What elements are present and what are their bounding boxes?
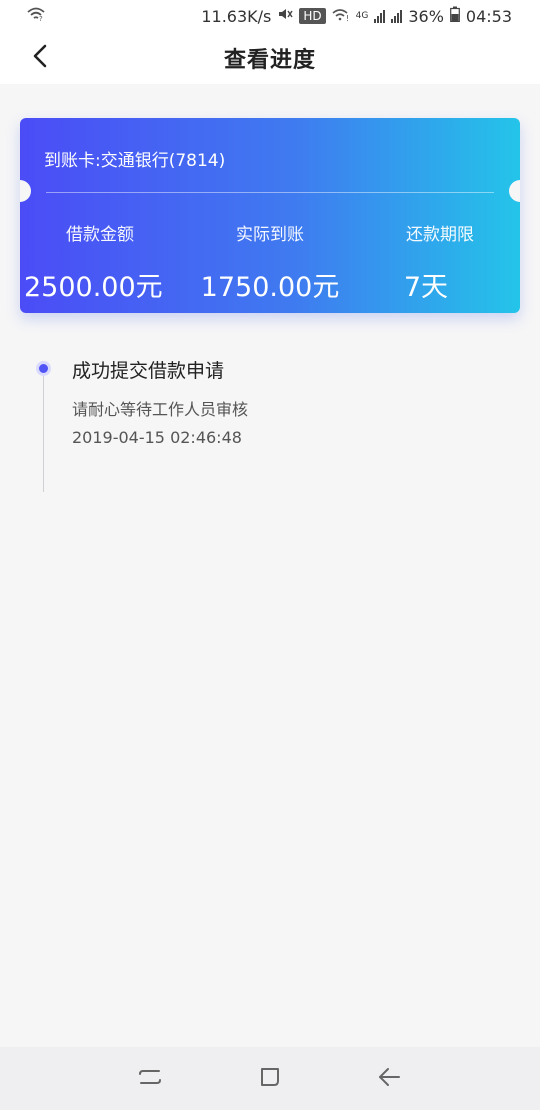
card-columns: 借款金额 2500.00元 实际到账 1750.00元 还款期限 7天 bbox=[20, 220, 520, 304]
wifi-calling-icon: ! bbox=[332, 7, 350, 26]
back-button[interactable] bbox=[26, 44, 54, 72]
timeline-line bbox=[43, 374, 44, 492]
timeline-item-subtitle: 请耐心等待工作人员审核 bbox=[72, 400, 249, 419]
svg-text:!: ! bbox=[346, 14, 349, 22]
recent-apps-icon bbox=[137, 1066, 163, 1092]
card-notch-left bbox=[20, 180, 31, 202]
hd-badge: HD bbox=[299, 8, 326, 24]
clock: 04:53 bbox=[465, 6, 512, 26]
page-title: 查看进度 bbox=[223, 48, 316, 73]
repayment-term: 还款期限 7天 bbox=[339, 220, 520, 304]
home-icon bbox=[258, 1065, 282, 1093]
recent-apps-button[interactable] bbox=[130, 1059, 170, 1099]
loan-summary-card: 到账卡:交通银行(7814) 借款金额 2500.00元 实际到账 1750.0… bbox=[20, 118, 520, 313]
card-notch-right bbox=[509, 180, 520, 202]
receiving-card-label: 到账卡:交通银行(7814) bbox=[44, 151, 226, 171]
signal-icon bbox=[374, 9, 386, 23]
loan-amount: 借款金额 2500.00元 bbox=[20, 220, 201, 304]
actual-received-value: 1750.00元 bbox=[200, 272, 340, 303]
actual-received: 实际到账 1750.00元 bbox=[201, 220, 340, 304]
nav-bar: 查看进度 bbox=[0, 32, 540, 84]
nav-back-button[interactable] bbox=[370, 1059, 410, 1099]
card-divider bbox=[46, 192, 494, 193]
loan-amount-label: 借款金额 bbox=[66, 225, 134, 245]
back-arrow-icon bbox=[377, 1066, 403, 1092]
battery-icon bbox=[449, 6, 460, 26]
timeline-item-title: 成功提交借款申请 bbox=[72, 360, 225, 382]
network-type: 4G bbox=[355, 10, 369, 21]
repayment-term-label: 还款期限 bbox=[406, 225, 474, 245]
timeline-item-time: 2019-04-15 02:46:48 bbox=[72, 428, 242, 447]
svg-text:?: ? bbox=[39, 15, 43, 22]
progress-timeline: 成功提交借款申请 请耐心等待工作人员审核 2019-04-15 02:46:48 bbox=[0, 350, 540, 500]
mute-icon bbox=[277, 6, 293, 26]
timeline-dot bbox=[36, 361, 51, 376]
actual-received-label: 实际到账 bbox=[236, 225, 304, 245]
loan-amount-value: 2500.00元 bbox=[24, 272, 163, 303]
system-nav-bar bbox=[0, 1047, 540, 1110]
network-speed: 11.63K/s bbox=[201, 6, 272, 26]
status-bar: ? 11.63K/s HD ! 4G 36% 04:53 bbox=[0, 0, 540, 32]
repayment-term-value: 7天 bbox=[403, 272, 448, 303]
battery-percent: 36% bbox=[408, 6, 444, 26]
chevron-left-icon bbox=[32, 44, 48, 72]
home-button[interactable] bbox=[250, 1059, 290, 1099]
wifi-icon: ? bbox=[26, 6, 46, 26]
signal-icon-2 bbox=[391, 9, 403, 23]
